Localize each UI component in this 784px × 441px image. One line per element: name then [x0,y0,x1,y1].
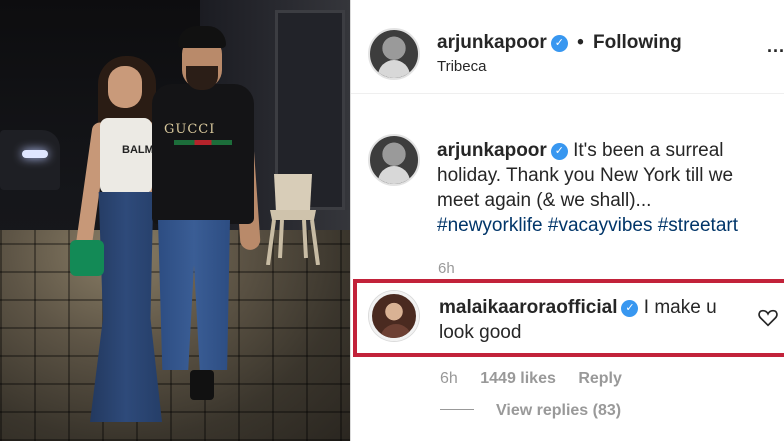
hashtag-link[interactable]: #streetart [658,215,738,236]
man-tshirt: GUCCI [152,84,254,224]
caption-timestamp: 6h [438,260,455,277]
instagram-post-panel: arjunkapoor ✓ • Following Tribeca ... arj… [350,0,784,441]
post-photo[interactable]: BALM GUCCI [0,0,350,441]
verified-badge-icon: ✓ [621,300,639,317]
location-link[interactable]: Tribeca [437,58,486,75]
tshirt-stripe [174,140,232,145]
verified-badge-icon: ✓ [550,35,568,52]
following-button[interactable]: Following [593,32,682,53]
view-replies-link[interactable]: View replies (83) [496,402,621,419]
man-cap [178,26,226,48]
avatar[interactable] [369,291,419,341]
divider-line [440,409,474,410]
top-print: BALM [122,144,154,156]
hashtag-link[interactable]: #vacayvibes [548,215,653,236]
more-options-icon[interactable]: ... [767,36,784,57]
post-header: arjunkapoor ✓ • Following Tribeca ... [351,0,784,94]
comment-meta: 6h 1449 likes Reply [440,370,640,388]
comment-likes[interactable]: 1449 likes [480,370,556,387]
verified-badge-icon: ✓ [550,143,568,160]
plastic-chair [266,174,320,265]
man-beard [186,66,218,90]
comment-username[interactable]: malaikaaroraofficial [439,297,617,318]
car-headlight [22,150,48,158]
reply-button[interactable]: Reply [578,370,622,387]
man-shoe [190,370,214,400]
tshirt-print: GUCCI [164,122,216,137]
woman-face [108,66,142,108]
view-replies-row: View replies (83) [440,402,621,420]
heart-icon[interactable] [757,307,779,329]
parked-car [0,130,60,190]
avatar[interactable] [368,134,420,186]
caption-text-block: arjunkapoor ✓ It's been a surreal holiday… [437,138,775,238]
separator-dot: • [577,32,584,53]
green-bag [70,240,104,276]
avatar[interactable] [368,28,420,80]
caption-username[interactable]: arjunkapoor [437,140,547,161]
hashtag-link[interactable]: #newyorklife [437,215,543,236]
header-username[interactable]: arjunkapoor [437,32,547,53]
comment-timestamp: 6h [440,370,458,387]
header-user-line: arjunkapoor ✓ • Following [437,32,682,54]
comment-text-block: malaikaaroraofficial ✓ I make u look good [439,295,749,345]
highlighted-comment: malaikaaroraofficial ✓ I make u look good [353,279,784,357]
woman-top: BALM [100,118,154,194]
